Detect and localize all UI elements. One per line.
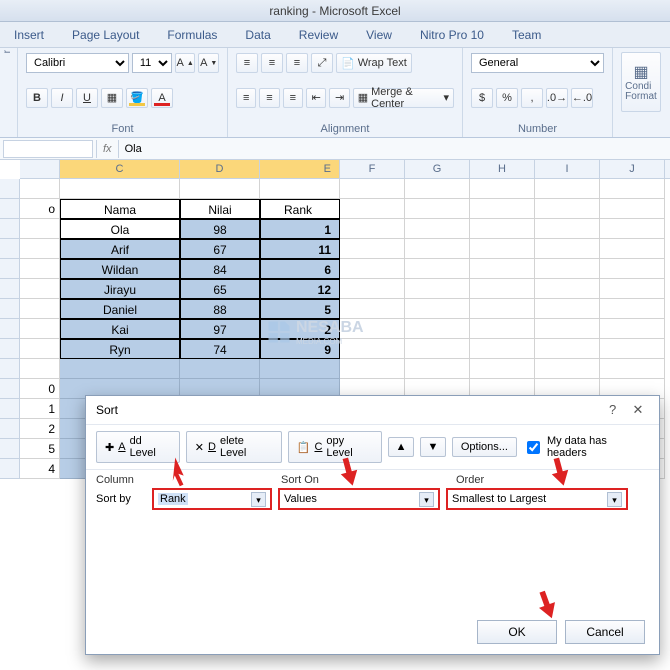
percent-icon[interactable]: % [496,88,518,108]
header-nilai[interactable]: Nilai [180,199,260,219]
align-center-icon[interactable]: ≡ [259,88,279,108]
align-middle-icon[interactable]: ≡ [261,53,283,73]
delete-level-button[interactable]: ✕ Delete Level [186,431,282,463]
group-clip: r [0,48,18,137]
group-font: Calibri 11 A▲ A▼ B I U ▦ 🪣 A Font [18,48,228,137]
header-nama[interactable]: Nama [60,199,180,219]
col-header-g[interactable]: G [405,160,470,178]
col-header-f[interactable]: F [340,160,405,178]
col-header-h[interactable]: H [470,160,535,178]
sort-dialog: Sort ? ✕ ✚AAdd Leveldd Level ✕ Delete Le… [85,395,660,655]
ribbon: r Calibri 11 A▲ A▼ B I U ▦ 🪣 A Font ≡ ≡ … [0,48,670,138]
tab-formulas[interactable]: Formulas [163,25,221,47]
help-icon[interactable]: ? [602,402,624,417]
accounting-icon[interactable]: $ [471,88,493,108]
header-rank[interactable]: Rank [260,199,340,219]
sortby-label: Sort by [96,493,146,505]
table-row[interactable]: Kai972 [0,319,670,339]
comma-icon[interactable]: , [521,88,543,108]
table-row[interactable]: Ola981 [0,219,670,239]
dec-decimal-icon[interactable]: ←.0 [571,88,593,108]
indent-inc-icon[interactable]: ⇥ [329,88,349,108]
table-row[interactable] [0,359,670,379]
table-row[interactable]: Ryn749 [0,339,670,359]
move-up-button[interactable]: ▲ [388,437,414,457]
col-header-d[interactable]: D [180,160,260,178]
table-row[interactable]: Arif6711 [0,239,670,259]
name-box[interactable] [3,140,93,158]
group-label-number: Number [471,123,604,135]
tab-data[interactable]: Data [241,25,274,47]
borders-icon[interactable]: ▦ [101,88,123,108]
add-level-button[interactable]: ✚AAdd Leveldd Level [96,431,180,463]
col-header-column: Column [96,474,281,486]
headers-checkbox-label: My data has headers [547,435,649,459]
inc-decimal-icon[interactable]: .0→ [546,88,568,108]
tab-nitro[interactable]: Nitro Pro 10 [416,25,488,47]
italic-button[interactable]: I [51,88,73,108]
ribbon-tabs: Insert Page Layout Formulas Data Review … [0,22,670,48]
headers-checkbox[interactable] [527,441,540,454]
tab-team[interactable]: Team [508,25,545,47]
cell[interactable]: o [20,199,60,219]
formula-value[interactable]: Ola [119,143,670,155]
copy-level-button[interactable]: 📋 Copy Level [288,431,382,463]
dialog-title: Sort [96,403,118,417]
col-header[interactable] [20,160,60,178]
fx-button[interactable]: fx [96,140,119,158]
col-header-sorton: Sort On [281,474,456,486]
chevron-down-icon[interactable]: ▾ [607,492,622,507]
wrap-text-button[interactable]: 📄 Wrap Text [336,53,412,73]
table-row[interactable]: Jirayu6512 [0,279,670,299]
merge-center-button[interactable]: ▦ Merge & Center ▾ [353,88,454,108]
table-row[interactable]: Wildan846 [0,259,670,279]
font-size-select[interactable]: 11 [132,53,172,73]
col-header-j[interactable]: J [600,160,665,178]
bold-button[interactable]: B [26,88,48,108]
group-number: General $ % , .0→ ←.0 Number [463,48,613,137]
align-right-icon[interactable]: ≡ [283,88,303,108]
orientation-icon[interactable]: ⤢ [311,53,333,73]
options-button[interactable]: Options... [452,437,517,457]
cancel-button[interactable]: Cancel [565,620,645,644]
grow-font-icon[interactable]: A▲ [175,53,196,73]
col-header-i[interactable]: I [535,160,600,178]
tab-insert[interactable]: Insert [10,25,48,47]
underline-button[interactable]: U [76,88,98,108]
conditional-format-button[interactable]: ▦ Condi Format [621,52,661,112]
table-header-row: o Nama Nilai Rank [0,199,670,219]
align-left-icon[interactable]: ≡ [236,88,256,108]
sort-order-select[interactable]: Smallest to Largest ▾ [446,488,628,510]
col-header-e[interactable]: E [260,160,340,178]
group-label-alignment: Alignment [236,123,454,135]
align-bottom-icon[interactable]: ≡ [286,53,308,73]
sort-column-select[interactable]: Rank ▾ [152,488,272,510]
align-top-icon[interactable]: ≡ [236,53,258,73]
group-alignment: ≡ ≡ ≡ ⤢ 📄 Wrap Text ≡ ≡ ≡ ⇤ ⇥ ▦ Merge & … [228,48,463,137]
chevron-down-icon[interactable]: ▾ [419,492,434,507]
sort-on-select[interactable]: Values ▾ [278,488,440,510]
tab-page-layout[interactable]: Page Layout [68,25,143,47]
table-row[interactable]: Daniel885 [0,299,670,319]
indent-dec-icon[interactable]: ⇤ [306,88,326,108]
tab-review[interactable]: Review [295,25,342,47]
close-icon[interactable]: ✕ [627,402,649,418]
formula-bar: fx Ola [0,138,670,160]
window-title: ranking - Microsoft Excel [0,0,670,22]
col-header-order: Order [456,474,649,486]
chevron-down-icon[interactable]: ▾ [251,492,266,507]
column-headers: C D E F G H I J [20,160,670,179]
move-down-button[interactable]: ▼ [420,437,446,457]
shrink-font-icon[interactable]: A▼ [198,53,219,73]
tab-view[interactable]: View [362,25,396,47]
font-family-select[interactable]: Calibri [26,53,129,73]
ok-button[interactable]: OK [477,620,557,644]
group-styles: ▦ Condi Format [613,48,661,137]
group-label-font: Font [26,123,219,135]
headers-checkbox-row[interactable]: My data has headers [523,435,649,459]
fill-color-icon[interactable]: 🪣 [126,88,148,108]
col-header-c[interactable]: C [60,160,180,178]
number-format-select[interactable]: General [471,53,604,73]
font-color-icon[interactable]: A [151,88,173,108]
